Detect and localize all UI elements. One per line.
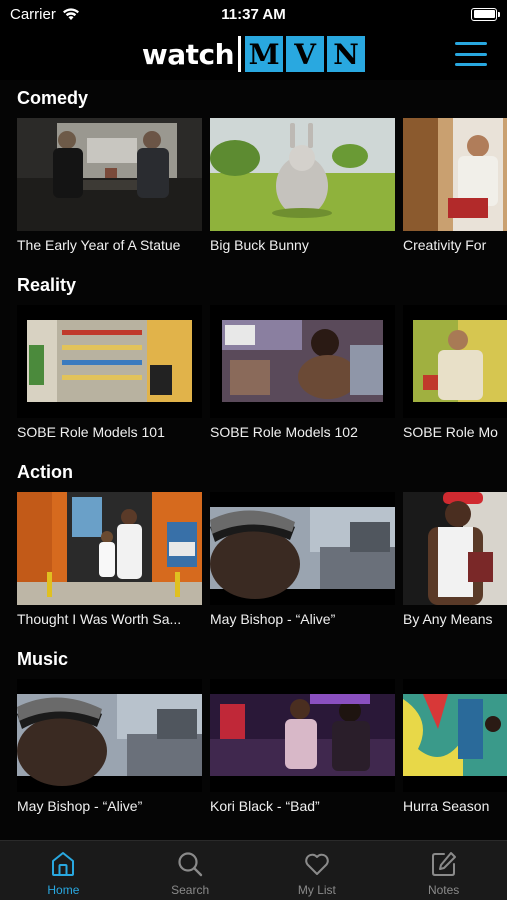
video-title: May Bishop - “Alive” [17,798,143,814]
video-title: SOBE Role Models 102 [210,424,358,440]
home-icon [52,852,75,876]
video-card[interactable]: Hurra Season [403,679,507,814]
hamburger-menu-icon[interactable] [455,42,487,66]
video-card[interactable]: The Early Year of A Statue [17,118,202,253]
heart-icon [305,853,329,875]
video-title: The Early Year of A Statue [17,237,181,253]
video-thumbnail[interactable] [403,118,507,231]
video-row[interactable]: SOBE Role Models 101 SOBE Role Models 10… [0,305,507,440]
carrier-group: Carrier [10,6,80,23]
video-thumbnail[interactable] [17,492,202,605]
logo-letters: M V N [245,36,366,72]
video-thumbnail[interactable] [210,305,395,418]
video-thumbnail[interactable] [403,305,507,418]
section-comedy: Comedy The Early Year of A Statue Big Bu… [0,80,507,267]
status-bar: Carrier 11:37 AM [0,0,507,28]
notes-icon [431,852,456,876]
tab-label: Home [47,883,80,897]
section-title: Action [17,462,73,482]
video-thumbnail[interactable] [17,118,202,231]
video-card[interactable]: SOBE Role Mo [403,305,507,440]
logo-letter-m: M [245,36,284,72]
tab-label: Search [171,883,210,897]
video-title: SOBE Role Models 101 [17,424,165,440]
video-title: By Any Means [403,611,493,627]
video-title: SOBE Role Mo [403,424,498,440]
tab-label: My List [297,883,336,897]
tab-label: Notes [427,883,460,897]
tab-bar: Home Search My List Notes [0,840,507,900]
video-title: Kori Black - “Bad” [210,798,320,814]
logo-divider [238,36,242,72]
video-title: Big Buck Bunny [210,237,309,253]
section-title: Music [17,649,69,669]
wifi-icon [62,8,79,20]
tab-notes[interactable]: Notes [380,841,507,900]
video-thumbnail[interactable] [210,118,395,231]
carrier-label: Carrier [10,5,56,23]
logo-letter-n: N [327,36,366,72]
video-title: Hurra Season [403,798,490,814]
video-row[interactable]: May Bishop - “Alive” Kori Black - “Bad” … [0,679,507,814]
content-feed[interactable]: Comedy The Early Year of A Statue Big Bu… [0,80,507,840]
section-title: Comedy [17,88,89,108]
section-reality: Reality SOBE Role Models 101 SOBE Role M… [0,267,507,454]
video-title: Creativity For [403,237,487,253]
section-action: Action Thought I Was Worth Sa... May Bis… [0,454,507,641]
video-card[interactable]: Big Buck Bunny [210,118,395,253]
section-music: Music May Bishop - “Alive” Kori Black - … [0,641,507,828]
video-card[interactable]: May Bishop - “Alive” [17,679,202,814]
app-logo: watch M V N [141,36,366,72]
video-title: May Bishop - “Alive” [210,611,336,627]
video-card[interactable]: Kori Black - “Bad” [210,679,395,814]
video-card[interactable]: Thought I Was Worth Sa... [17,492,202,627]
video-thumbnail[interactable] [17,305,202,418]
video-thumbnail[interactable] [210,679,395,792]
video-thumbnail[interactable] [17,679,202,792]
logo-letter-v: V [286,36,325,72]
battery-icon [471,7,500,21]
video-card[interactable]: May Bishop - “Alive” [210,492,395,627]
tab-home[interactable]: Home [0,841,127,900]
search-icon [178,852,203,877]
video-title: Thought I Was Worth Sa... [17,611,182,627]
video-thumbnail[interactable] [403,492,507,605]
tab-search[interactable]: Search [127,841,254,900]
video-thumbnail[interactable] [403,679,507,792]
nav-bar: watch M V N [0,28,507,80]
video-row[interactable]: The Early Year of A Statue Big Buck Bunn… [0,118,507,253]
video-card[interactable]: By Any Means [403,492,507,627]
video-card[interactable]: Creativity For [403,118,507,253]
logo-prefix: watch [141,37,235,71]
video-row[interactable]: Thought I Was Worth Sa... May Bishop - “… [0,492,507,627]
video-thumbnail[interactable] [210,492,395,605]
tab-my-list[interactable]: My List [254,841,381,900]
video-card[interactable]: SOBE Role Models 101 [17,305,202,440]
section-title: Reality [17,275,77,295]
video-card[interactable]: SOBE Role Models 102 [210,305,395,440]
